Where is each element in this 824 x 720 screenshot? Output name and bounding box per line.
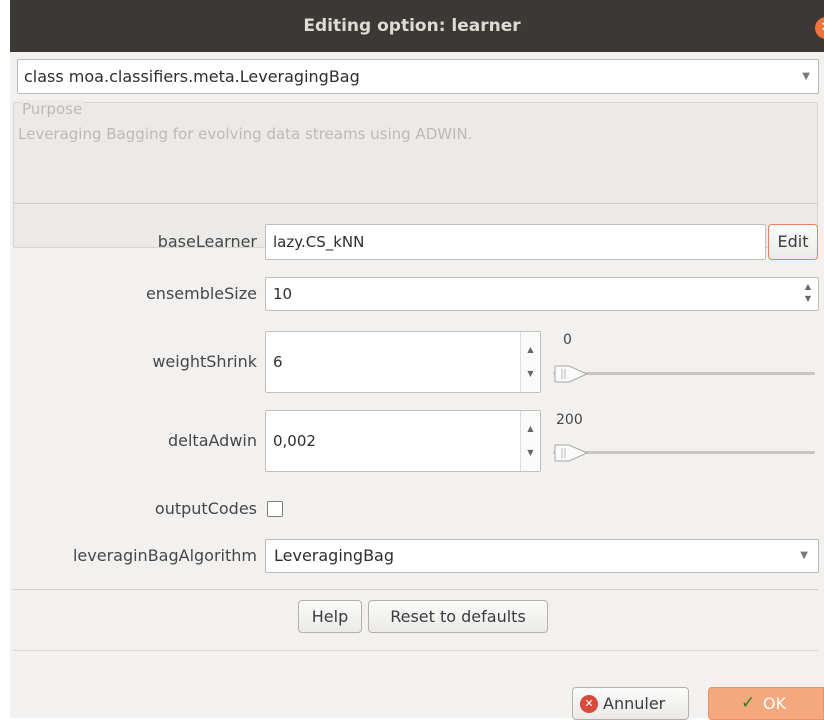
spin-down-icon[interactable]: ▼ — [521, 370, 540, 378]
slider-handle[interactable] — [553, 361, 589, 387]
deltaadwin-slider[interactable] — [553, 440, 815, 466]
spin-up-icon[interactable]: ▲ — [521, 346, 540, 354]
ok-button[interactable]: ✓ OK — [708, 687, 824, 720]
deltaadwin-spin-buttons[interactable]: ▲ ▼ — [520, 411, 540, 471]
window-title: Editing option: learner — [303, 16, 521, 36]
cancel-button[interactable]: ✕ Annuler — [572, 687, 689, 720]
purpose-legend: Purpose — [20, 100, 85, 118]
weightshrink-slider[interactable] — [553, 361, 815, 387]
spin-down-icon[interactable]: ▼ — [798, 294, 818, 304]
baselearner-label: baseLearner — [157, 232, 257, 251]
class-selector[interactable]: class moa.classifiers.meta.LeveragingBag… — [17, 59, 819, 94]
spin-up-icon[interactable]: ▲ — [798, 282, 818, 292]
ensemblesize-value: 10 — [273, 285, 293, 303]
title-bar[interactable]: Editing option: learner ✕ — [10, 0, 824, 52]
options-panel: baseLearner lazy.CS_kNN Edit ensembleSiz… — [13, 203, 819, 590]
deltaadwin-label: deltaAdwin — [167, 431, 257, 450]
weightshrink-spin-buttons[interactable]: ▲ ▼ — [520, 332, 540, 392]
slider-track — [553, 372, 815, 375]
divider — [13, 650, 818, 651]
weightshrink-spinner[interactable]: 6 ▲ ▼ — [265, 331, 541, 393]
leveraginbagalgorithm-value: LeveragingBag — [274, 546, 395, 565]
slider-handle[interactable] — [553, 440, 589, 466]
ok-label: OK — [763, 694, 787, 713]
ensemblesize-spinner[interactable]: 10 ▲ ▼ — [265, 277, 819, 311]
purpose-text: Leveraging Bagging for evolving data str… — [18, 125, 473, 143]
outputcodes-checkbox[interactable] — [267, 501, 283, 517]
class-selector-value: class moa.classifiers.meta.LeveragingBag — [24, 67, 360, 86]
cancel-icon: ✕ — [580, 695, 598, 713]
leveraginbagalgorithm-label: leveraginBagAlgorithm — [72, 546, 257, 565]
chevron-down-icon: ▼ — [800, 550, 808, 561]
weightshrink-value: 6 — [273, 353, 283, 371]
help-button[interactable]: Help — [298, 600, 362, 633]
deltaadwin-value: 0,002 — [273, 432, 316, 450]
close-icon[interactable]: ✕ — [815, 17, 824, 39]
dialog-body: class moa.classifiers.meta.LeveragingBag… — [10, 52, 824, 720]
edit-button[interactable]: Edit — [768, 224, 818, 260]
check-icon: ✓ — [741, 693, 756, 713]
weightshrink-label: weightShrink — [152, 352, 257, 371]
reset-defaults-button[interactable]: Reset to defaults — [368, 600, 548, 633]
weightshrink-slider-value: 0 — [563, 332, 572, 348]
cancel-label: Annuler — [603, 694, 666, 713]
leveraginbagalgorithm-select[interactable]: LeveragingBag ▼ — [265, 539, 819, 573]
baselearner-field[interactable]: lazy.CS_kNN — [265, 224, 766, 260]
slider-track — [553, 451, 815, 454]
ensemblesize-label: ensembleSize — [145, 284, 257, 303]
deltaadwin-slider-value: 200 — [556, 412, 583, 428]
spin-up-icon[interactable]: ▲ — [521, 425, 540, 433]
outputcodes-label: outputCodes — [154, 499, 257, 518]
chevron-down-icon: ▼ — [802, 71, 810, 82]
deltaadwin-spinner[interactable]: 0,002 ▲ ▼ — [265, 410, 541, 472]
spin-down-icon[interactable]: ▼ — [521, 449, 540, 457]
